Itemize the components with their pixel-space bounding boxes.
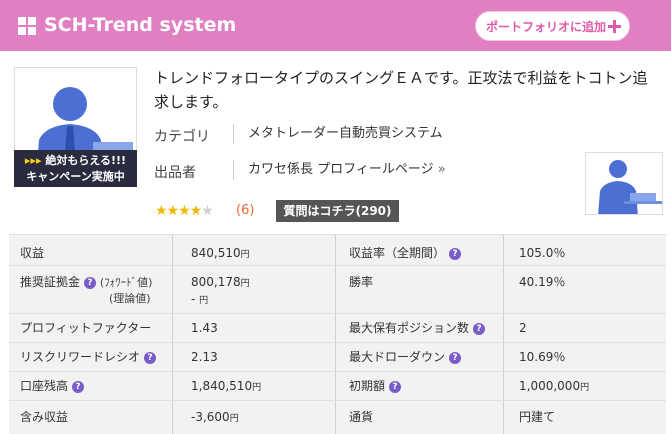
stat-value: 1.43 [191, 321, 218, 335]
stat-value: 2 [519, 321, 527, 335]
table-row: 推奨証拠金? (ﾌｫﾜｰﾄﾞ値) (理論値) 800,178円 - 円 勝率 4… [9, 265, 666, 312]
stat-value: -3,600円 [191, 410, 239, 424]
campaign-line2: キャンペーン実施中 [26, 170, 125, 183]
stat-sublabel: (理論値) [109, 292, 151, 305]
help-icon[interactable]: ? [449, 352, 462, 364]
stat-label: 勝率 [349, 275, 374, 289]
stat-value: 40.19％ [519, 275, 566, 289]
seller-avatar-icon [598, 160, 662, 214]
campaign-line1: 絶対もらえる!!! [45, 154, 127, 167]
stat-label: リスクリワードレシオ? [20, 349, 157, 365]
seller-profile-link[interactable]: カワセ係長 プロフィールページ » [233, 160, 446, 180]
help-icon[interactable]: ? [473, 323, 486, 335]
stat-label: 推奨証拠金? (ﾌｫﾜｰﾄﾞ値) [20, 275, 153, 289]
more-icon: » [437, 162, 446, 177]
rating-stars: ★★★★★ [155, 203, 214, 219]
stat-label: 口座残高? [20, 378, 85, 394]
help-icon[interactable]: ? [449, 248, 462, 260]
stat-label: 収益 [20, 246, 45, 260]
help-icon[interactable]: ? [84, 277, 97, 289]
category-label: カテゴリ [154, 129, 210, 145]
stat-value: 105.0％ [519, 246, 566, 260]
grid-icon [18, 17, 36, 35]
stat-value: 1,000,000円 [519, 379, 590, 393]
questions-button[interactable]: 質問はコチラ(290) [276, 200, 399, 222]
half-star-icon: ★ [201, 203, 214, 219]
table-row: 口座残高? 1,840,510円 初期額? 1,000,000円 [9, 371, 666, 399]
campaign-banner[interactable]: ▸▸▸ 絶対もらえる!!! キャンペーン実施中 [14, 150, 137, 187]
stat-value-2: - 円 [191, 292, 209, 306]
page-title: SCH-Trend system [44, 14, 237, 36]
stat-label: 初期額? [349, 378, 402, 394]
triple-arrow-icon: ▸▸▸ [24, 154, 42, 167]
review-count[interactable]: (6) [236, 203, 254, 218]
stat-label: 収益率（全期間）? [349, 245, 462, 261]
stat-label: 最大保有ポジション数? [349, 320, 486, 336]
star-icon: ★★★★ [155, 203, 202, 219]
stat-value: 1,840,510円 [191, 379, 262, 393]
stats-table: 収益 840,510円 収益率（全期間）? 105.0％ 推奨証拠金? (ﾌｫﾜ… [9, 234, 666, 434]
seller-text: カワセ係長 プロフィールページ [248, 162, 434, 177]
stat-value: 10.69％ [519, 350, 566, 364]
product-description: トレンドフォロータイプのスイングＥＡです。正攻法で利益をトコトン追求します。 [154, 69, 648, 111]
table-row: プロフィットファクター 1.43 最大保有ポジション数? 2 [9, 313, 666, 341]
stat-value: 800,178円 [191, 275, 250, 289]
plus-icon [608, 20, 621, 33]
page-header: SCH-Trend system ポートフォリオに追加 [0, 0, 671, 51]
help-icon[interactable]: ? [72, 381, 85, 393]
stat-value: 840,510円 [191, 246, 250, 260]
seller-label: 出品者 [154, 165, 196, 181]
seller-thumbnail[interactable] [585, 152, 663, 215]
table-row: 含み収益 -3,600円 通貨 円建て [9, 400, 666, 434]
add-to-portfolio-label: ポートフォリオに追加 [486, 20, 607, 34]
add-to-portfolio-button[interactable]: ポートフォリオに追加 [475, 11, 630, 41]
help-icon[interactable]: ? [144, 352, 157, 364]
stat-label: プロフィットファクター [20, 321, 152, 335]
stat-label: 最大ドローダウン? [349, 349, 462, 365]
table-row: 収益 840,510円 収益率（全期間）? 105.0％ [9, 234, 666, 264]
table-row: リスクリワードレシオ? 2.13 最大ドローダウン? 10.69％ [9, 342, 666, 370]
category-value: メタトレーダー自動売買システム [233, 124, 443, 144]
category-text: メタトレーダー自動売買システム [248, 126, 443, 141]
help-icon[interactable]: ? [389, 381, 402, 393]
stat-value: 2.13 [191, 350, 218, 364]
stat-value: 円建て [519, 410, 556, 424]
stat-label: 含み収益 [20, 410, 69, 424]
stat-label: 通貨 [349, 410, 374, 424]
